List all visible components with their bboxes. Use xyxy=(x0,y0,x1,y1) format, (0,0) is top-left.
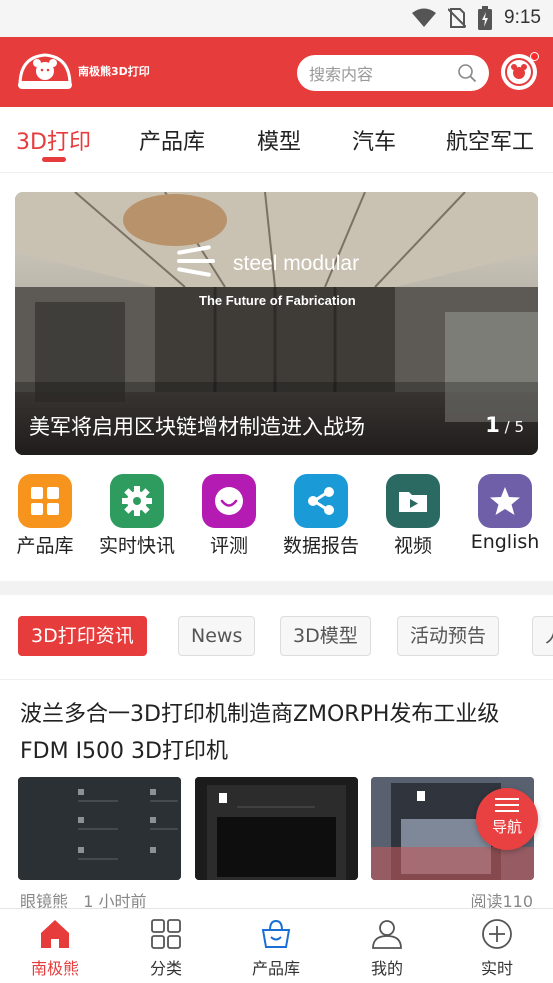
home-icon xyxy=(41,920,69,948)
tab-product-library[interactable]: 产品库 xyxy=(139,124,205,156)
nav-product-library[interactable]: 产品库 xyxy=(236,917,316,979)
article-title[interactable]: 波兰多合一3D打印机制造商ZMORPH发布工业级FDM I500 3D打印机 xyxy=(20,696,535,770)
divider xyxy=(0,679,553,680)
quick-link-label: English xyxy=(470,531,540,553)
search-input[interactable]: 搜索内容 xyxy=(297,55,489,91)
brand-name: 南极熊3D打印 xyxy=(78,65,150,78)
tab-aerospace-military[interactable]: 航空军工 xyxy=(446,124,534,156)
tab-3d-printing[interactable]: 3D打印 xyxy=(16,124,91,156)
chip-more[interactable]: 人 xyxy=(532,616,553,656)
quick-link-product-library[interactable]: 产品库 xyxy=(0,474,90,558)
shopping-basket-icon xyxy=(261,919,291,948)
article-thumbnail[interactable] xyxy=(195,777,358,880)
quick-link-data-reports[interactable]: 数据报告 xyxy=(276,474,366,558)
banner-subline-text: The Future of Fabrication xyxy=(199,293,356,308)
bear-avatar-icon xyxy=(505,58,533,86)
banner-page-total: / 5 xyxy=(504,418,524,436)
share-icon xyxy=(308,487,334,515)
bear-logo-icon xyxy=(18,53,72,89)
search-placeholder: 搜索内容 xyxy=(309,65,374,84)
nav-categories[interactable]: 分类 xyxy=(126,917,206,979)
navigation-fab[interactable]: 导航 xyxy=(476,788,538,850)
section-separator xyxy=(0,581,553,595)
nav-label: 实时 xyxy=(480,959,513,978)
hamburger-icon xyxy=(495,798,519,812)
battery-charging-icon xyxy=(478,6,493,30)
notification-dot xyxy=(530,52,539,61)
star-icon xyxy=(490,487,520,515)
status-bar: 9:15 xyxy=(0,0,553,37)
status-time: 9:15 xyxy=(504,7,541,28)
active-tab-indicator xyxy=(42,157,66,162)
nav-label: 分类 xyxy=(149,959,182,978)
user-icon xyxy=(372,920,402,949)
chip-news[interactable]: News xyxy=(178,616,256,656)
bottom-navigation: 南极熊 分类 产品库 我的 实时 xyxy=(0,908,553,983)
search-icon xyxy=(458,64,477,83)
quick-link-label: 视频 xyxy=(393,535,432,557)
banner-headline-text: steel modular xyxy=(233,252,359,275)
plus-circle-icon xyxy=(482,919,512,949)
wifi-icon xyxy=(412,8,437,27)
category-grid-icon xyxy=(151,919,181,949)
banner-carousel[interactable]: steel modular The Future of Fabrication … xyxy=(15,192,538,455)
quick-link-label: 评测 xyxy=(209,535,248,557)
nav-label: 我的 xyxy=(370,959,403,978)
fab-label: 导航 xyxy=(491,818,522,836)
app-logo[interactable]: 南极熊3D打印 xyxy=(16,51,150,91)
nav-profile[interactable]: 我的 xyxy=(347,917,427,979)
quick-link-reviews[interactable]: 评测 xyxy=(184,474,274,558)
tab-automotive[interactable]: 汽车 xyxy=(352,124,396,156)
quick-link-english[interactable]: English xyxy=(460,474,550,553)
tab-models[interactable]: 模型 xyxy=(257,124,301,156)
chip-3d-news[interactable]: 3D打印资讯 xyxy=(18,616,147,656)
user-avatar-button[interactable] xyxy=(501,52,539,90)
nav-realtime[interactable]: 实时 xyxy=(457,917,537,979)
thumbnail-image xyxy=(18,777,181,880)
quick-link-video[interactable]: 视频 xyxy=(368,474,458,558)
chip-3d-models[interactable]: 3D模型 xyxy=(280,616,371,656)
thumbnail-image xyxy=(195,777,358,880)
banner-page-current: 1 xyxy=(485,413,500,437)
category-tabs: 3D打印 产品库 模型 汽车 航空军工 xyxy=(0,107,553,173)
quick-link-label: 数据报告 xyxy=(282,535,359,557)
news-filter-chips: 3D打印资讯 News 3D模型 活动预告 人 xyxy=(0,616,553,656)
gear-icon xyxy=(122,486,152,516)
app-header: 南极熊3D打印 搜索内容 xyxy=(0,37,553,107)
smile-icon xyxy=(215,487,243,515)
banner-pager: 1 / 5 xyxy=(485,413,524,437)
quick-link-label: 产品库 xyxy=(16,535,74,557)
video-folder-icon xyxy=(399,492,427,512)
nav-label: 南极熊 xyxy=(30,959,79,978)
quick-links: 产品库 实时快讯 评测 数据报告 视频 English xyxy=(0,474,553,564)
chip-events[interactable]: 活动预告 xyxy=(397,616,500,656)
no-sim-icon xyxy=(448,8,467,28)
quick-link-label: 实时快讯 xyxy=(98,535,175,557)
banner-caption: 美军将启用区块链增材制造进入战场 xyxy=(29,415,365,439)
article-thumbnail[interactable] xyxy=(18,777,181,880)
nav-home[interactable]: 南极熊 xyxy=(15,917,95,979)
quick-link-news-flash[interactable]: 实时快讯 xyxy=(92,474,182,558)
nav-label: 产品库 xyxy=(251,959,300,978)
grid-icon xyxy=(31,487,59,515)
